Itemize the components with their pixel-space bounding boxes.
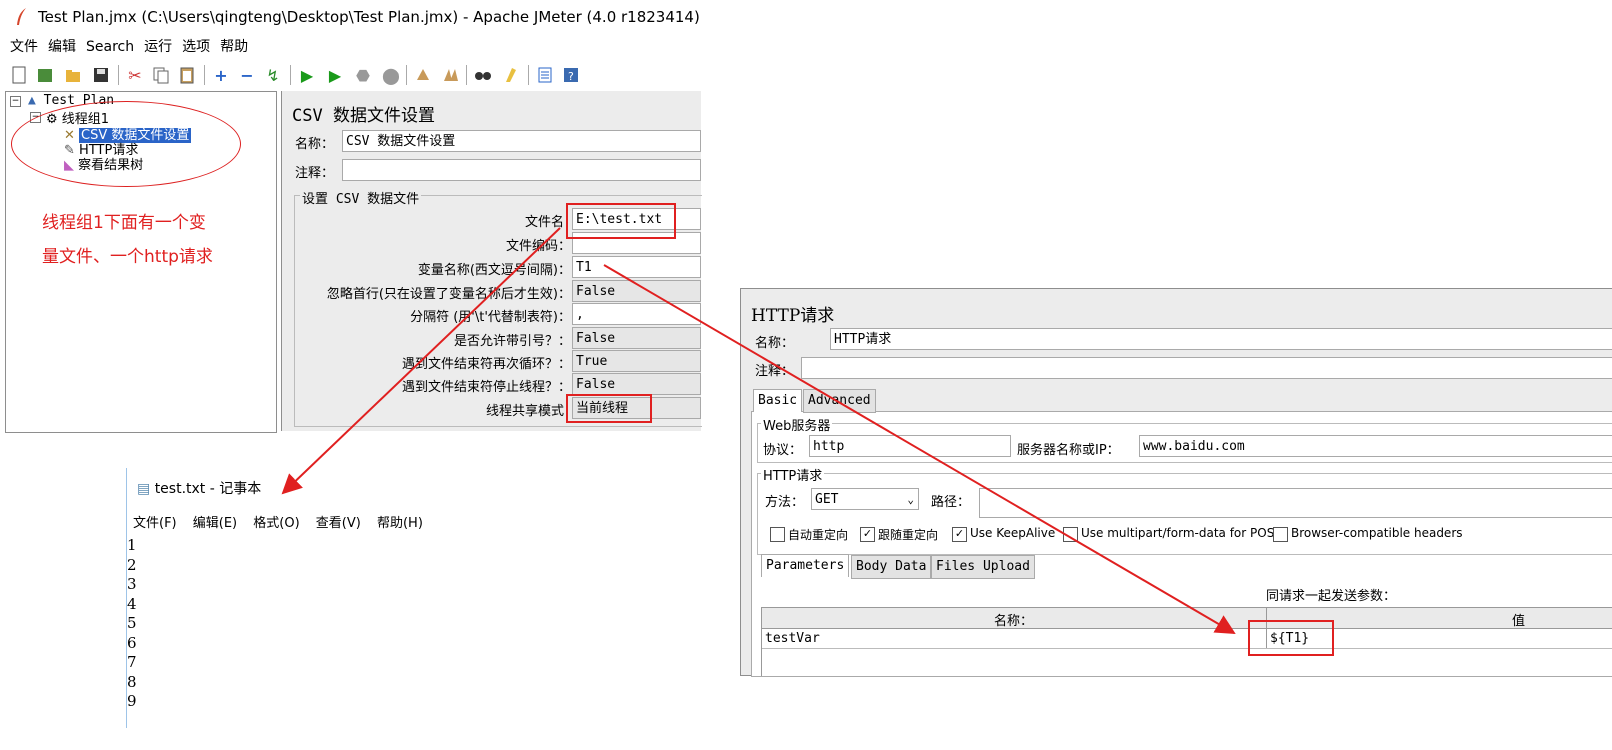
arrow-file-to-notepad bbox=[281, 227, 561, 495]
annotation-arrows bbox=[281, 227, 1236, 635]
arrow-var-to-param bbox=[603, 264, 1236, 635]
